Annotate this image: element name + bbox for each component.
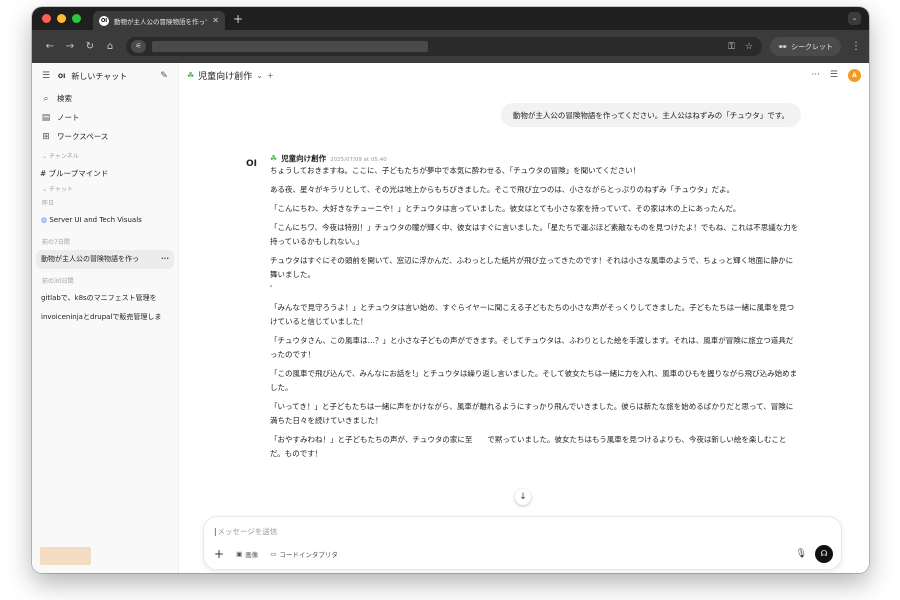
message-paragraph: 「おやすみわね！」と子どもたちの声が、チュウタの家に至 で黙っていました。彼女た… (270, 435, 787, 458)
code-icon: ▭ (270, 550, 277, 558)
controls-icon[interactable]: ☰ (830, 70, 838, 80)
address-bar[interactable]: ⚟ ⚿ ☆ (126, 37, 763, 56)
tab-close-icon[interactable]: ✕ (212, 16, 219, 25)
maximize-window-button[interactable] (72, 14, 81, 23)
avatar[interactable]: A (848, 68, 861, 82)
key-icon[interactable]: ⚿ (728, 42, 735, 52)
new-tab-button[interactable]: + (233, 12, 243, 26)
bookmark-star-icon[interactable]: ☆ (745, 42, 753, 52)
window-controls (42, 14, 81, 23)
new-chat-button[interactable]: 新しいチャット (71, 71, 152, 82)
assistant-message: ☘ 児童向け創作 2025/07/09 at 05:40 ちょうしておきますね。… (270, 153, 800, 513)
message-paragraph: 「チュウタさん、この風車は…？」と小さな子どもの声ができます。そしてチュウタは、… (270, 336, 794, 359)
sidebar-item-notes[interactable]: ▤ ノート (32, 108, 178, 127)
sidebar: ☰ OI 新しいチャット ✎ ⌕ 検索 ▤ ノート ⊞ ワークスペース ⌄ チャ… (32, 63, 179, 573)
message-paragraph: チュウタはすぐにその頭前を開いて、窓辺に浮かんだ、ふわっとした紙片が飛び立ってき… (270, 256, 794, 293)
browser-tab[interactable]: OI 動物が主人公の冒険物語を作って ✕ (93, 11, 225, 30)
message-paragraph: 「いってき！」と子どもたちは一緒に声をかけながら、風車が離れるようにすっかり飛ん… (270, 402, 794, 425)
message-paragraph: 「こんにちワ、今夜は特別！」チュウタの瞳が輝く中、彼女はすぐに言いました。「星た… (270, 223, 799, 246)
sprout-icon: ☘ (187, 70, 195, 80)
tab-search-icon[interactable]: ⌄ (848, 12, 861, 25)
channels-label[interactable]: ⌄ チャンネル (32, 150, 178, 164)
month-label: 前の30日間 (42, 278, 74, 285)
message-composer: メッセージを送信 + ▣ 画像 ▭ コードインタプリタ 🎙 ☊ (203, 516, 842, 570)
workspace-icon: ⊞ (42, 131, 50, 142)
chevron-down-icon[interactable]: ⌄ (256, 71, 263, 80)
browser-menu-icon[interactable]: ⋮ (851, 41, 861, 52)
yesterday-label: 昨日 (42, 200, 55, 207)
tab-strip: OI 動物が主人公の冒険物語を作って ✕ + ⌄ (32, 7, 869, 30)
message-paragraph: ある夜、星々がキラリとして、その光は地上からもちびきました。そこで飛び立つのは、… (270, 185, 735, 194)
more-options-icon[interactable]: ··· (811, 70, 820, 80)
incognito-badge[interactable]: 🕶 シークレット (770, 37, 841, 56)
voice-mode-button[interactable]: ☊ (815, 545, 833, 563)
sprout-icon: ☘ (270, 154, 278, 163)
code-interpreter-button[interactable]: ▭ コードインタプリタ (270, 549, 338, 559)
globe-icon: ◍ (41, 216, 48, 224)
more-icon[interactable]: ··· (161, 250, 169, 269)
sidebar-item-workspace[interactable]: ⊞ ワークスペース (32, 127, 178, 146)
user-message: 動物が主人公の冒険物語を作ってください。主人公はねずみの「チュウタ」です。 (500, 103, 801, 127)
chat-main: ☘ 児童向け創作 ⌄ + ··· ☰ A 動物が主人公の冒険物語を作ってください… (179, 63, 869, 573)
forward-icon[interactable]: → (60, 41, 80, 52)
browser-toolbar: ← → ↻ ⌂ ⚟ ⚿ ☆ 🕶 シークレット ⋮ (32, 30, 869, 63)
assistant-logo: OI (246, 159, 257, 169)
tab-favicon-icon: OI (99, 15, 109, 26)
assistant-name: 児童向け創作 (281, 154, 327, 163)
app: ☰ OI 新しいチャット ✎ ⌕ 検索 ▤ ノート ⊞ ワークスペース ⌄ チャ… (32, 63, 869, 573)
chat-item[interactable]: ◍ Server UI and Tech Visuals (32, 211, 178, 230)
user-profile-redacted[interactable] (40, 547, 91, 565)
search-icon: ⌕ (43, 93, 49, 104)
chat-item[interactable]: invoiceninjaとdrupalで販売管理しま (32, 308, 178, 327)
message-input[interactable]: メッセージを送信 (214, 526, 278, 537)
incognito-icon: 🕶 (778, 42, 787, 51)
chat-item[interactable]: gitlabで、k8sのマニフェスト管理を (32, 289, 178, 308)
mic-icon[interactable]: 🎙 (796, 549, 807, 559)
url-redacted (152, 41, 428, 52)
message-timestamp: 2025/07/09 at 05:40 (330, 157, 387, 163)
message-paragraph: 「みんなで見守ろうよ！」とチュウタは言い始め、すぐらイヤーに聞こえる子どもたちの… (270, 303, 795, 326)
image-icon: ▣ (236, 550, 243, 558)
note-icon: ▤ (41, 112, 51, 123)
scroll-down-icon[interactable]: ↓ (515, 489, 531, 505)
close-window-button[interactable] (42, 14, 51, 23)
logo: OI (58, 72, 66, 80)
image-button[interactable]: ▣ 画像 (236, 549, 258, 559)
reload-icon[interactable]: ↻ (80, 41, 100, 52)
site-info-icon[interactable]: ⚟ (131, 40, 146, 53)
plus-icon[interactable]: + (214, 547, 224, 561)
chat-header: ☘ 児童向け創作 ⌄ + ··· ☰ A (179, 63, 869, 87)
channel-item[interactable]: # ブループマインド (32, 164, 178, 183)
model-selector[interactable]: 児童向け創作 (198, 69, 252, 82)
add-model-icon[interactable]: + (267, 71, 274, 80)
week-label: 前の7日間 (42, 239, 70, 246)
message-paragraph: 「この風車で飛び込んで、みんなにお話を!」とチュウタは繰り返し言いました。そして… (270, 369, 798, 392)
minimize-window-button[interactable] (57, 14, 66, 23)
sidebar-item-search[interactable]: ⌕ 検索 (32, 89, 178, 108)
home-icon[interactable]: ⌂ (100, 41, 120, 52)
browser-window: OI 動物が主人公の冒険物語を作って ✕ + ⌄ ← → ↻ ⌂ ⚟ ⚿ ☆ 🕶… (32, 7, 869, 573)
chat-item-active[interactable]: 動物が主人公の冒険物語を作っ ··· (36, 250, 174, 269)
menu-icon[interactable]: ☰ (40, 71, 52, 81)
compose-icon[interactable]: ✎ (158, 71, 170, 81)
tab-title: 動物が主人公の冒険物語を作って (114, 17, 208, 26)
message-paragraph: 「こんにちわ、大好きなチューニや！」とチュウタは言っていました。彼女はとても小さ… (270, 204, 741, 213)
message-paragraph: ちょうしておきますね。ここに、子どもたちが夢中で本気に酔わせる、「チュウタの冒険… (270, 166, 641, 175)
back-icon[interactable]: ← (40, 41, 60, 52)
chats-label[interactable]: ⌄ チャット (32, 183, 178, 197)
